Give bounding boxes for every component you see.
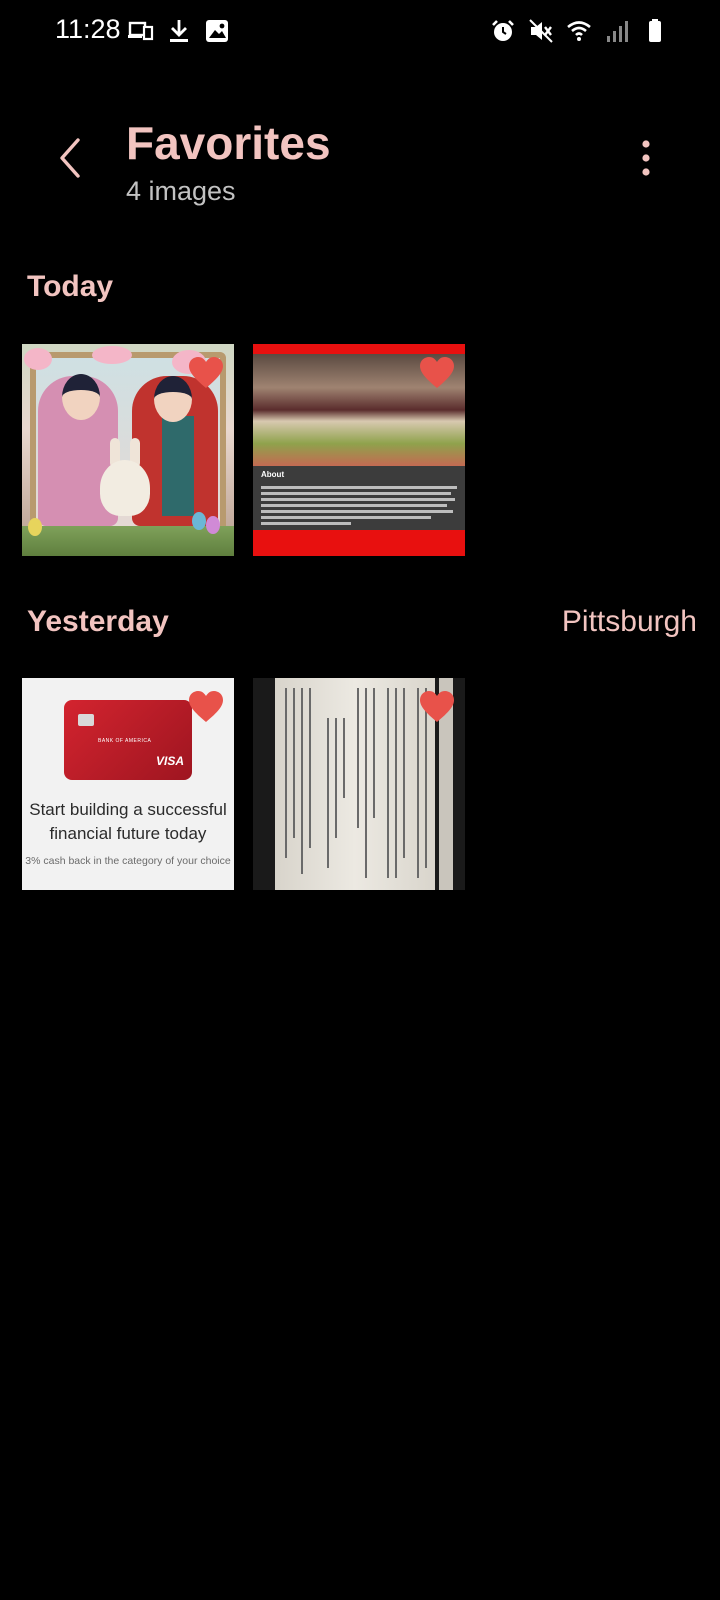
webpage-header-bar: [253, 344, 465, 354]
cast-icon: [128, 21, 154, 41]
text-column: [373, 688, 375, 818]
photo-thumbnail[interactable]: [22, 344, 234, 556]
text-column: [403, 688, 405, 858]
gallery-icon: [206, 20, 228, 42]
ad-headline: Start building a successful financial fu…: [29, 800, 227, 843]
text-column: [301, 688, 303, 874]
battery-icon: [649, 19, 661, 42]
text-column: [335, 718, 337, 838]
status-right-icons: [490, 18, 668, 44]
text-column: [285, 688, 287, 858]
status-left-icons: [128, 18, 230, 44]
text-column: [395, 688, 397, 878]
grass: [22, 526, 234, 556]
text-line: [261, 516, 431, 519]
text-column: [343, 718, 345, 798]
text-column: [327, 718, 329, 868]
bunny: [100, 460, 150, 516]
status-time: 11:28: [55, 14, 121, 44]
page-title: Favorites: [126, 117, 331, 169]
favorite-heart-icon: [189, 357, 223, 388]
text-column: [357, 688, 359, 828]
figure-left-head: [62, 374, 100, 420]
photo-thumbnail[interactable]: BANK OF AMERICA VISA Start building a su…: [22, 678, 234, 890]
text-line: [261, 522, 351, 525]
more-options-icon[interactable]: [628, 136, 664, 180]
photo-thumbnail[interactable]: [253, 678, 465, 890]
ad-subtext: 3% cash back in the category of your cho…: [25, 855, 231, 867]
status-bar: 11:28: [0, 0, 720, 64]
figure-right-vest: [162, 416, 194, 516]
about-heading: About: [261, 470, 285, 479]
text-column: [293, 688, 295, 838]
download-icon: [170, 20, 188, 42]
blossom: [92, 346, 132, 364]
easter-egg: [206, 516, 220, 534]
back-icon[interactable]: [50, 130, 94, 186]
text-line: [261, 504, 447, 507]
text-column: [309, 688, 311, 848]
blossom: [24, 348, 52, 370]
image-count: 4 images: [126, 176, 236, 206]
text-column: [365, 688, 367, 878]
card-bank-name: BANK OF AMERICA: [98, 738, 152, 744]
text-line: [261, 510, 453, 513]
app-header: Favorites 4 images: [0, 100, 720, 220]
section-title-yesterday: Yesterday: [27, 605, 169, 638]
signal-icon: [607, 21, 628, 42]
webpage-footer-bar: [253, 530, 465, 556]
card-brand: VISA: [155, 754, 184, 768]
favorite-heart-icon: [189, 691, 223, 722]
section-title-today: Today: [27, 270, 114, 303]
card-chip: [78, 714, 94, 726]
figure-right-head: [154, 376, 192, 422]
easter-egg: [28, 518, 42, 536]
mute-icon: [529, 19, 553, 43]
text-line: [261, 492, 451, 495]
text-column: [387, 688, 389, 878]
credit-card-image: BANK OF AMERICA VISA: [64, 700, 192, 780]
alarm-icon: [492, 20, 514, 41]
favorite-heart-icon: [420, 357, 454, 388]
photo-thumbnail[interactable]: About: [253, 344, 465, 556]
section-location[interactable]: Pittsburgh: [562, 605, 697, 639]
text-line: [261, 486, 457, 489]
favorite-heart-icon: [420, 691, 454, 722]
text-line: [261, 498, 455, 501]
wifi-icon: [567, 21, 591, 41]
easter-egg: [192, 512, 206, 530]
document-page: [275, 678, 435, 890]
